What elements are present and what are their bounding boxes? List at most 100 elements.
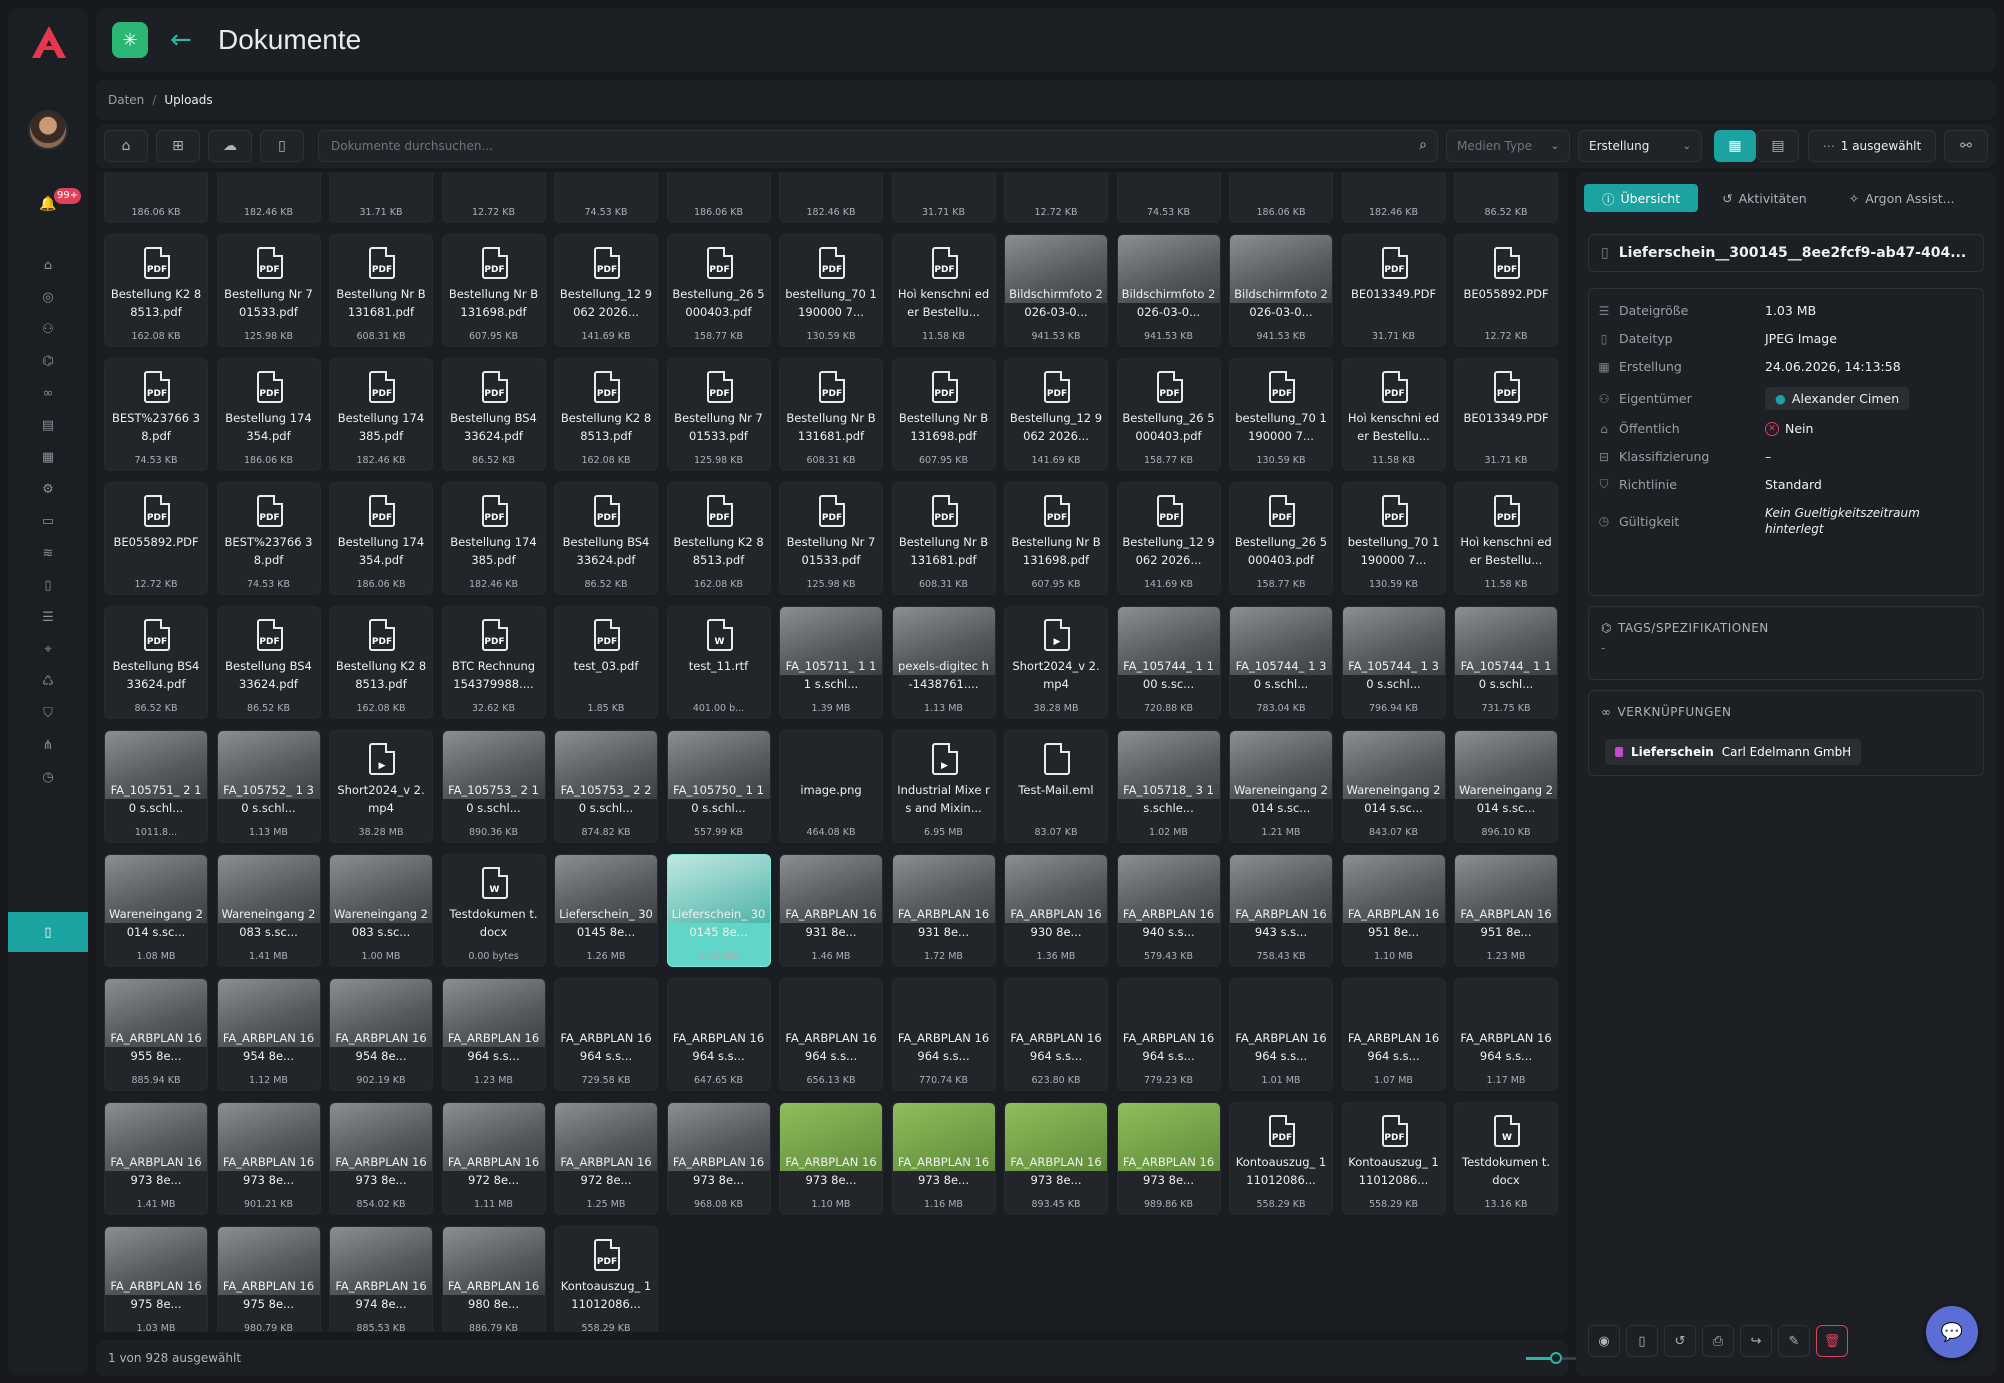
table-view-button[interactable]: ▤: [1757, 130, 1799, 162]
owner-chip[interactable]: ● Alexander Cimen: [1765, 387, 1910, 410]
new-folder-button[interactable]: ⊞: [156, 130, 200, 162]
file-tile[interactable]: PDF Bestellung 174 385.pdf 182.46 KB: [441, 482, 546, 595]
tab-overview[interactable]: ⓘ Übersicht: [1584, 184, 1699, 212]
file-tile[interactable]: FA_ARBPLAN 16951 8e... 1.10 MB: [1341, 854, 1446, 967]
file-tile[interactable]: FA_ARBPLAN 16931 8e... 1.46 MB: [779, 854, 883, 967]
file-tile[interactable]: FA_ARBPLAN 16973 8e... 1.41 MB: [104, 1102, 208, 1215]
file-tile[interactable]: FA_105744_ 1 10 s.schl... 731.75 KB: [1454, 606, 1558, 719]
file-tile[interactable]: FA_ARBPLAN 16955 8e... 885.94 KB: [104, 978, 208, 1091]
delete-button[interactable]: 🗑: [1816, 1325, 1848, 1357]
new-file-button[interactable]: ▯: [260, 130, 304, 162]
file-tile[interactable]: PDF182.46 KB: [779, 172, 883, 223]
linked-record-chip[interactable]: Lieferschein Carl Edelmann GmbH: [1605, 739, 1862, 765]
edit-button[interactable]: ✎: [1778, 1325, 1810, 1357]
file-tile[interactable]: FA_ARBPLAN 16964 s.s... 729.58 KB: [554, 978, 658, 1091]
file-tile[interactable]: W Testdokumen t.docx 0.00 bytes: [441, 854, 546, 967]
file-tile[interactable]: PDF bestellung_70 1190000 7... 130.59 KB: [1341, 482, 1446, 595]
grid-view-button[interactable]: ▦: [1714, 130, 1756, 162]
file-tile[interactable]: PDF Bestellung_12 9062 2026... 141.69 KB: [554, 234, 658, 347]
file-tile[interactable]: ▶ Short2024_v 2.mp4 38.28 MB: [329, 730, 433, 843]
file-tile[interactable]: W Testdokumen t.docx 13.16 KB: [1454, 1102, 1558, 1215]
file-tile[interactable]: PDF Bestellung K2 88513.pdf 162.08 KB: [554, 358, 658, 471]
settings-icon[interactable]: ⚙: [8, 474, 88, 504]
file-tile[interactable]: Lieferschein_ 300145 8e... 1.26 MB: [554, 854, 658, 967]
hierarchy-button[interactable]: ⚯: [1944, 130, 1988, 162]
file-tile[interactable]: FA_ARBPLAN 16943 s.s... 758.43 KB: [1229, 854, 1333, 967]
file-tile[interactable]: PDF182.46 KB: [216, 172, 321, 223]
file-tile[interactable]: image.png 464.08 KB: [779, 730, 883, 843]
file-tile[interactable]: PDF Bestellung K2 88513.pdf 162.08 KB: [329, 606, 433, 719]
file-tile[interactable]: PDF Bestellung Nr B131698.pdf 607.95 KB: [1004, 482, 1108, 595]
file-tile[interactable]: FA_105744_ 1 100 s.sc... 720.88 KB: [1116, 606, 1221, 719]
file-tile[interactable]: PDF Kontoauszug_ 111012086... 558.29 KB: [1229, 1102, 1333, 1215]
home-button[interactable]: ⌂: [104, 130, 148, 162]
file-tile[interactable]: FA_ARBPLAN 16951 8e... 1.23 MB: [1454, 854, 1558, 967]
file-tile[interactable]: FA_105744_ 1 30 s.schl... 783.04 KB: [1229, 606, 1333, 719]
file-tile[interactable]: FA_105753_ 2 20 s.schl... 874.82 KB: [554, 730, 658, 843]
file-tile[interactable]: PDF Bestellung BS4 33624.pdf 86.52 KB: [104, 606, 208, 719]
file-tile[interactable]: FA_105751_ 2 10 s.schl... 1011.8...: [104, 730, 208, 843]
file-tile[interactable]: PDF182.46 KB: [1341, 172, 1446, 223]
recycle-icon[interactable]: ♺: [8, 666, 88, 696]
file-tile[interactable]: PDF Hoì kenschni eder Bestellu... 11.58 KB: [1341, 358, 1446, 471]
file-tile[interactable]: FA_105744_ 1 30 s.schl... 796.94 KB: [1341, 606, 1446, 719]
file-tile[interactable]: PDF Bestellung Nr B131681.pdf 608.31 KB: [779, 358, 883, 471]
file-tile[interactable]: PDF186.06 KB: [666, 172, 771, 223]
file-tile[interactable]: pexels-digitec h-1438761.... 1.13 MB: [891, 606, 996, 719]
building-icon[interactable]: ▦: [8, 442, 88, 472]
file-tile[interactable]: PDF BE055892.PDF 12.72 KB: [1454, 234, 1558, 347]
file-tile[interactable]: PDF BEST%23766 38.pdf 74.53 KB: [216, 482, 321, 595]
stack-icon[interactable]: ≋: [8, 538, 88, 568]
file-tile[interactable]: PDF Bestellung_12 9062 2026... 141.69 KB: [1116, 482, 1221, 595]
file-tile[interactable]: PDF186.06 KB: [1229, 172, 1333, 223]
file-tile[interactable]: PDF test_03.pdf 1.85 KB: [554, 606, 658, 719]
file-tile[interactable]: FA_ARBPLAN 16973 8e... 1.10 MB: [779, 1102, 883, 1215]
avatar[interactable]: [28, 110, 68, 150]
file-tile[interactable]: FA_ARBPLAN 16975 8e... 1.03 MB: [104, 1226, 208, 1332]
media-type-select[interactable]: Medien Type ⌄: [1446, 130, 1570, 162]
file-tile[interactable]: PDF186.06 KB: [104, 172, 208, 223]
network-icon[interactable]: ⋔: [8, 730, 88, 760]
folder-icon[interactable]: ▭: [8, 506, 88, 536]
users-icon[interactable]: ⚇: [8, 314, 88, 344]
file-tile[interactable]: PDF Bestellung Nr 701533.pdf 125.98 KB: [666, 358, 771, 471]
file-tile[interactable]: FA_ARBPLAN 16964 s.s... 656.13 KB: [779, 978, 883, 1091]
file-tile[interactable]: PDF31.71 KB: [891, 172, 996, 223]
file-tile[interactable]: PDF Bestellung Nr B131698.pdf 607.95 KB: [441, 234, 546, 347]
file-tile[interactable]: FA_105718_ 3 1 s.schle... 1.02 MB: [1116, 730, 1221, 843]
list-icon[interactable]: ☰: [8, 602, 88, 632]
file-tile[interactable]: PDF Bestellung_26 5000403.pdf 158.77 KB: [1229, 482, 1333, 595]
file-tile[interactable]: PDF BE013349.PDF 31.71 KB: [1341, 234, 1446, 347]
file-tile[interactable]: PDF Bestellung 174 354.pdf 186.06 KB: [216, 358, 321, 471]
location-icon[interactable]: ⌖: [8, 634, 88, 664]
chat-assistant-button[interactable]: 💬: [1926, 1306, 1978, 1358]
shield-icon[interactable]: ⛉: [8, 698, 88, 728]
file-tile[interactable]: Wareneingang 2014 s.sc... 1.21 MB: [1229, 730, 1333, 843]
app-logo-icon[interactable]: [30, 24, 68, 62]
file-tile[interactable]: FA_ARBPLAN 16973 8e... 901.21 KB: [216, 1102, 321, 1215]
file-tile[interactable]: Wareneingang 2083 s.sc... 1.00 MB: [329, 854, 433, 967]
file-tile[interactable]: FA_105750_ 1 10 s.schl... 557.99 KB: [666, 730, 771, 843]
file-tile[interactable]: Wareneingang 2083 s.sc... 1.41 MB: [216, 854, 321, 967]
file-tile[interactable]: FA_ARBPLAN 16972 8e... 1.11 MB: [441, 1102, 546, 1215]
file-tile[interactable]: Test-Mail.eml 83.07 KB: [1004, 730, 1108, 843]
file-tile[interactable]: FA_ARBPLAN 16975 8e... 980.79 KB: [216, 1226, 321, 1332]
file-tile[interactable]: FA_ARBPLAN 16964 s.s... 623.80 KB: [1004, 978, 1108, 1091]
compass-icon[interactable]: ◎: [8, 282, 88, 312]
file-tile[interactable]: PDF Bestellung 174 385.pdf 182.46 KB: [329, 358, 433, 471]
file-tile[interactable]: FA_ARBPLAN 16964 s.s... 779.23 KB: [1116, 978, 1221, 1091]
history-button[interactable]: ↺: [1664, 1325, 1696, 1357]
file-tile[interactable]: FA_ARBPLAN 16964 s.s... 1.01 MB: [1229, 978, 1333, 1091]
file-tile[interactable]: PDF Bestellung_26 5000403.pdf 158.77 KB: [1116, 358, 1221, 471]
file-tile[interactable]: PDF bestellung_70 1190000 7... 130.59 KB: [1229, 358, 1333, 471]
file-tile[interactable]: FA_ARBPLAN 16973 8e... 854.02 KB: [329, 1102, 433, 1215]
document-button[interactable]: ▯: [1626, 1325, 1658, 1357]
file-tile[interactable]: Bildschirmfoto 2026-03-0... 941.53 KB: [1004, 234, 1108, 347]
file-tile[interactable]: PDF Bestellung BS4 33624.pdf 86.52 KB: [554, 482, 658, 595]
file-tile[interactable]: FA_ARBPLAN 16980 8e... 886.79 KB: [441, 1226, 546, 1332]
tag-icon[interactable]: ⌬: [8, 346, 88, 376]
file-tile[interactable]: Wareneingang 2014 s.sc... 843.07 KB: [1341, 730, 1446, 843]
file-tile[interactable]: PDF Bestellung Nr B131681.pdf 608.31 KB: [891, 482, 996, 595]
clock-icon[interactable]: ◷: [8, 762, 88, 792]
file-tile[interactable]: PDF Bestellung BS4 33624.pdf 86.52 KB: [441, 358, 546, 471]
